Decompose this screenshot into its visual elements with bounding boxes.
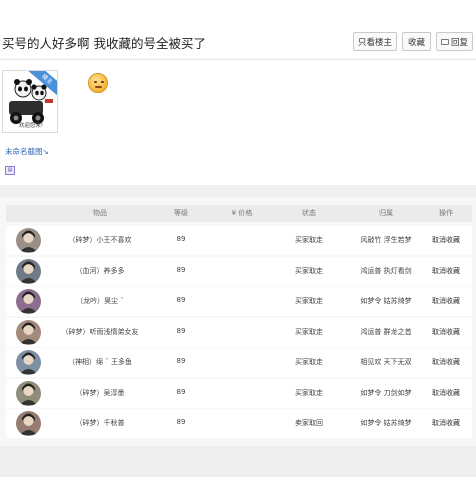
item-owner: 如梦令 刀剑如梦 <box>360 389 412 397</box>
item-level: 89 <box>176 296 186 304</box>
character-avatar[interactable] <box>16 350 41 375</box>
cancel-collect-button[interactable]: 取消收藏 <box>432 327 460 337</box>
character-avatar[interactable] <box>16 381 41 406</box>
item-owner: 鸿运普 执灯看剑 <box>360 267 412 275</box>
item-status: 买家取走 <box>295 328 323 336</box>
item-owner: 鸿运普 群龙之首 <box>360 328 412 336</box>
item-owner: 如梦令 姑苏绮梦 <box>360 419 412 427</box>
image-caption: 欢迎您来! <box>18 123 44 129</box>
col-item: 物品 <box>93 209 107 217</box>
cancel-collect-button[interactable]: 取消收藏 <box>432 296 460 306</box>
item-level: 89 <box>176 388 186 396</box>
item-owner: 如梦令 姑苏绮梦 <box>360 297 412 305</box>
item-name[interactable]: （碎梦）千秋普 <box>76 418 125 428</box>
table-row: （碎梦）小王不喜欢 89 买家取走 风敲竹 浮生若梦 取消收藏 <box>6 226 472 255</box>
post-image[interactable]: 楼主 欢迎您来! <box>2 70 58 133</box>
item-owner: 风敲竹 浮生若梦 <box>360 236 412 244</box>
item-status: 卖家取回 <box>295 419 323 427</box>
item-level: 89 <box>176 235 186 243</box>
item-status: 买家取走 <box>295 297 323 305</box>
item-level: 89 <box>176 418 186 426</box>
only-louzhu-button[interactable]: 只看楼主 <box>353 32 397 51</box>
col-status: 状态 <box>302 209 316 217</box>
character-avatar[interactable] <box>16 259 41 284</box>
character-avatar[interactable] <box>16 320 41 345</box>
item-name[interactable]: （血河）养多多 <box>76 266 125 276</box>
table-row: （碎梦）吴淳墨 89 买家取走 如梦令 刀剑如梦 取消收藏 <box>6 379 472 408</box>
table-row: （神相）绵 ˇ 王多鱼 89 买家取走 相见欢 天下无双 取消收藏 <box>6 348 472 377</box>
item-name[interactable]: （神相）绵 ˇ 王多鱼 <box>68 357 132 367</box>
item-status: 买家取走 <box>295 358 323 366</box>
item-owner: 相见欢 天下无双 <box>360 358 412 366</box>
table-header: 物品 等级 ¥ 价格 状态 归属 操作 <box>6 205 472 222</box>
col-level: 等级 <box>174 209 188 217</box>
item-status: 买家取走 <box>295 389 323 397</box>
page-footer <box>0 446 476 477</box>
cancel-collect-button[interactable]: 取消收藏 <box>432 266 460 276</box>
cancel-collect-button[interactable]: 取消收藏 <box>432 357 460 367</box>
item-name[interactable]: （碎梦）小王不喜欢 <box>69 235 132 245</box>
cancel-collect-button[interactable]: 取消收藏 <box>432 235 460 245</box>
collection-table: 物品 等级 ¥ 价格 状态 归属 操作 （碎梦）小王不喜欢 89 买家取走 风敲竹 浮… <box>0 197 476 446</box>
col-action: 操作 <box>439 209 453 217</box>
item-name[interactable]: （碎梦）听雨浅情弟女友 <box>62 327 139 337</box>
badge-icon: ▤ <box>5 166 15 175</box>
table-row: （碎梦）千秋普 89 卖家取回 如梦令 姑苏绮梦 取消收藏 <box>6 409 472 438</box>
cancel-collect-button[interactable]: 取消收藏 <box>432 388 460 398</box>
item-status: 买家取走 <box>295 267 323 275</box>
col-owner: 归属 <box>379 209 393 217</box>
reply-icon <box>440 38 449 45</box>
emoji-face-icon <box>88 73 108 93</box>
table-row: （血河）养多多 89 买家取走 鸿运普 执灯看剑 取消收藏 <box>6 257 472 286</box>
section-divider <box>0 185 476 197</box>
item-name[interactable]: （碎梦）吴淳墨 <box>76 388 125 398</box>
item-name[interactable]: （龙吟）昊尘 ˇ <box>76 296 124 306</box>
item-status: 买家取走 <box>295 236 323 244</box>
item-level: 89 <box>176 327 186 335</box>
table-row: （碎梦）听雨浅情弟女友 89 买家取走 鸿运普 群龙之首 取消收藏 <box>6 318 472 347</box>
post-title: 买号的人好多啊 我收藏的号全被买了 <box>2 36 206 51</box>
character-avatar[interactable] <box>16 228 41 253</box>
unnamed-screenshot-link[interactable]: 未命名截图↘ <box>5 146 49 157</box>
collect-button[interactable]: 收藏 <box>402 32 431 51</box>
character-avatar[interactable] <box>16 289 41 314</box>
table-row: （龙吟）昊尘 ˇ 89 买家取走 如梦令 姑苏绮梦 取消收藏 <box>6 287 472 316</box>
col-price[interactable]: ¥ 价格 <box>232 208 253 218</box>
item-level: 89 <box>176 266 186 274</box>
cancel-collect-button[interactable]: 取消收藏 <box>432 418 460 428</box>
item-level: 89 <box>176 357 186 365</box>
reply-button[interactable]: 回复 <box>436 32 473 51</box>
reply-label: 回复 <box>450 37 468 48</box>
post-header: 买号的人好多啊 我收藏的号全被买了 只看楼主 收藏 回复 <box>0 28 476 60</box>
character-avatar[interactable] <box>16 411 41 436</box>
